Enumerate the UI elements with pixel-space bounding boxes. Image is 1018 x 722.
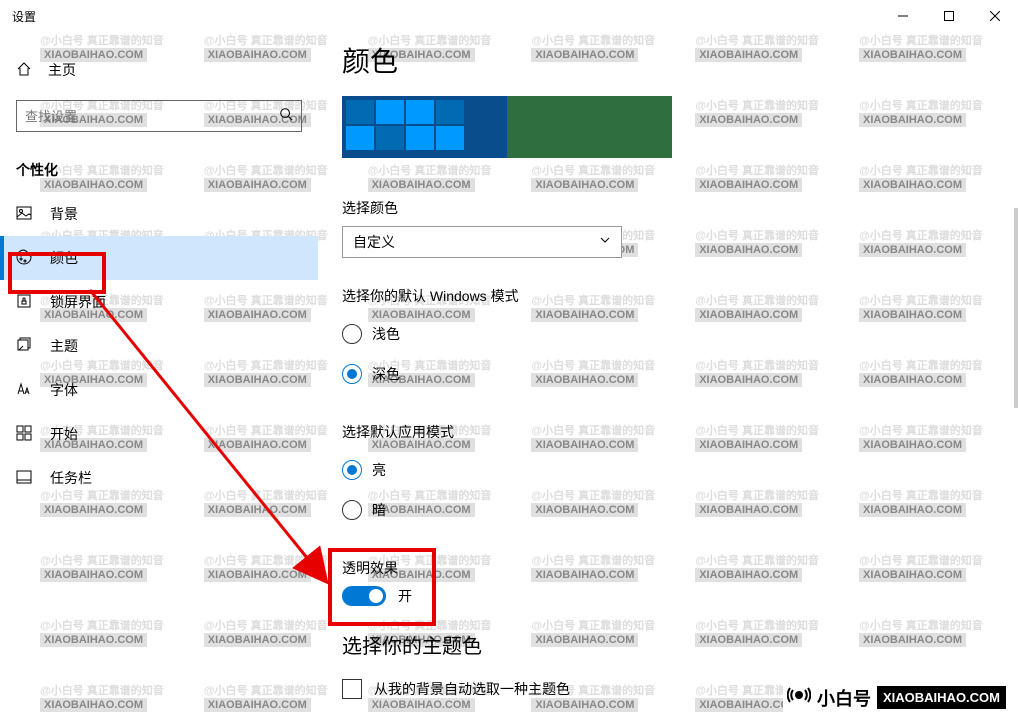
radio-icon xyxy=(342,460,362,480)
home-icon xyxy=(16,61,32,80)
search-input[interactable] xyxy=(25,109,279,124)
close-button[interactable] xyxy=(972,0,1018,32)
color-preview xyxy=(342,96,672,158)
search-icon xyxy=(279,107,293,126)
sidebar-item-themes[interactable]: 主题 xyxy=(0,324,318,368)
sidebar-item-label: 主题 xyxy=(50,336,78,356)
radio-windows-dark[interactable]: 深色 xyxy=(342,354,994,394)
home-link[interactable]: 主页 xyxy=(0,52,318,88)
picture-icon xyxy=(16,205,32,224)
sidebar-item-start[interactable]: 开始 xyxy=(0,412,318,456)
radio-label: 浅色 xyxy=(372,324,400,344)
page-title: 颜色 xyxy=(342,40,994,80)
transparency-label: 透明效果 xyxy=(342,558,994,578)
choose-color-dropdown[interactable]: 自定义 xyxy=(342,226,622,258)
sidebar-item-fonts[interactable]: 字体 xyxy=(0,368,318,412)
sidebar-item-label: 字体 xyxy=(50,380,78,400)
dropdown-value: 自定义 xyxy=(353,232,395,252)
lockscreen-icon xyxy=(16,293,32,312)
fonts-icon xyxy=(16,381,32,400)
radio-label: 深色 xyxy=(372,364,400,384)
windows-mode-label: 选择你的默认 Windows 模式 xyxy=(342,286,994,306)
toggle-state-label: 开 xyxy=(398,586,412,606)
auto-pick-checkbox[interactable] xyxy=(342,679,362,699)
sidebar-item-background[interactable]: 背景 xyxy=(0,192,318,236)
section-title: 个性化 xyxy=(0,152,318,192)
sidebar-item-label: 背景 xyxy=(50,204,78,224)
radio-label: 亮 xyxy=(372,460,386,480)
sidebar-item-label: 开始 xyxy=(50,424,78,444)
radio-icon xyxy=(342,324,362,344)
sidebar-item-colors[interactable]: 颜色 xyxy=(0,236,318,280)
home-label: 主页 xyxy=(48,60,76,80)
sidebar-item-lockscreen[interactable]: 锁屏界面 xyxy=(0,280,318,324)
sidebar-item-taskbar[interactable]: 任务栏 xyxy=(0,456,318,500)
radio-app-dark[interactable]: 暗 xyxy=(342,490,994,530)
checkbox-label: 从我的背景自动选取一种主题色 xyxy=(374,679,570,699)
theme-color-heading: 选择你的主题色 xyxy=(342,630,994,659)
radio-label: 暗 xyxy=(372,500,386,520)
sidebar-item-label: 颜色 xyxy=(50,248,78,268)
scrollbar[interactable] xyxy=(1014,62,1018,722)
themes-icon xyxy=(16,337,32,356)
start-icon xyxy=(16,425,32,444)
radio-icon xyxy=(342,364,362,384)
radio-app-light[interactable]: 亮 xyxy=(342,450,994,490)
watermark-badge: 小白号 XIAOBAIHAO.COM xyxy=(783,681,1010,714)
badge-text: 小白号 xyxy=(817,685,871,711)
maximize-button[interactable] xyxy=(926,0,972,32)
sidebar-item-label: 任务栏 xyxy=(50,468,92,488)
badge-pill: XIAOBAIHAO.COM xyxy=(877,686,1006,709)
taskbar-icon xyxy=(16,469,32,488)
radio-windows-light[interactable]: 浅色 xyxy=(342,314,994,354)
window-title: 设置 xyxy=(12,8,36,25)
signal-icon xyxy=(787,683,811,712)
app-mode-label: 选择默认应用模式 xyxy=(342,422,994,442)
transparency-toggle[interactable] xyxy=(342,586,386,606)
palette-icon xyxy=(16,249,32,268)
chevron-down-icon xyxy=(599,233,611,251)
sidebar-item-label: 锁屏界面 xyxy=(50,292,106,312)
search-box[interactable] xyxy=(16,100,302,132)
minimize-button[interactable] xyxy=(880,0,926,32)
choose-color-label: 选择颜色 xyxy=(342,198,994,218)
radio-icon xyxy=(342,500,362,520)
